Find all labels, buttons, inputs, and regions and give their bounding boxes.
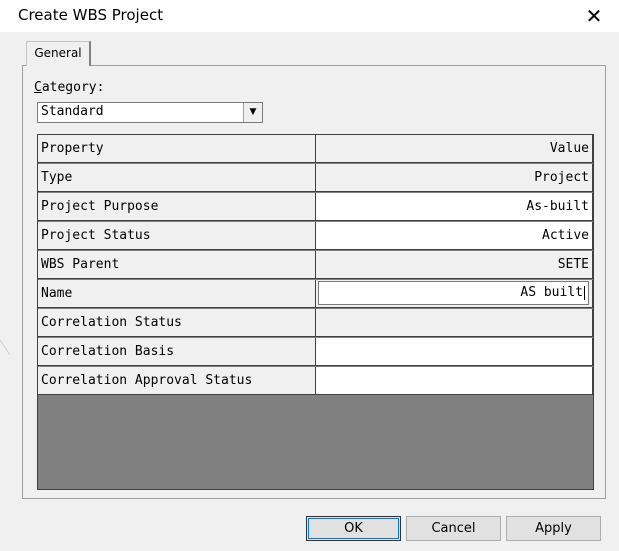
grid-value[interactable] bbox=[316, 338, 593, 366]
grid-row-type: Type Project bbox=[38, 164, 593, 192]
category-select-value: Standard bbox=[41, 104, 104, 119]
grid-value[interactable]: Active bbox=[316, 222, 593, 250]
name-input[interactable]: AS built bbox=[318, 281, 589, 305]
grid-property: Type bbox=[38, 164, 316, 192]
grid-value: SETE bbox=[316, 251, 593, 279]
name-input-text: AS built bbox=[520, 285, 583, 300]
grid-property: WBS Parent bbox=[38, 251, 316, 279]
grid-row-correlation-approval-status[interactable]: Correlation Approval Status bbox=[38, 367, 593, 395]
ok-button[interactable]: OK bbox=[306, 516, 401, 541]
title-bar: Create WBS Project ✕ bbox=[0, 0, 619, 32]
grid-row-project-purpose[interactable]: Project Purpose As-built bbox=[38, 193, 593, 221]
category-select[interactable]: Standard ▼ bbox=[37, 102, 263, 123]
grid-property: Name bbox=[38, 280, 316, 308]
grid-property: Correlation Status bbox=[38, 309, 316, 337]
create-wbs-project-dialog: Create WBS Project ✕ General Category: S… bbox=[0, 0, 619, 551]
grid-row-correlation-basis[interactable]: Correlation Basis bbox=[38, 338, 593, 366]
grid-header-property: Property bbox=[38, 135, 316, 163]
apply-button[interactable]: Apply bbox=[506, 516, 601, 541]
grid-header-value: Value bbox=[316, 135, 593, 163]
category-label-text: ategory: bbox=[41, 80, 105, 95]
grid-property: Correlation Basis bbox=[38, 338, 316, 366]
property-grid: Property Value Type Project Project Purp… bbox=[37, 134, 594, 490]
cancel-button[interactable]: Cancel bbox=[406, 516, 501, 541]
window-title: Create WBS Project bbox=[18, 6, 164, 24]
grid-row-wbs-parent: WBS Parent SETE bbox=[38, 251, 593, 279]
category-label-accelerator: C bbox=[34, 80, 42, 95]
grid-property: Project Status bbox=[38, 222, 316, 250]
grid-value[interactable]: As-built bbox=[316, 193, 593, 221]
grid-value: Project bbox=[316, 164, 593, 192]
grid-value bbox=[316, 309, 593, 337]
chevron-down-icon[interactable]: ▼ bbox=[243, 103, 262, 122]
close-icon[interactable]: ✕ bbox=[578, 2, 610, 30]
text-caret bbox=[584, 285, 585, 300]
background-window-edge bbox=[0, 339, 10, 356]
grid-row-project-status[interactable]: Project Status Active bbox=[38, 222, 593, 250]
grid-property: Correlation Approval Status bbox=[38, 367, 316, 395]
grid-value[interactable] bbox=[316, 367, 593, 395]
grid-row-correlation-status: Correlation Status bbox=[38, 309, 593, 337]
category-label: Category: bbox=[34, 80, 104, 95]
grid-row-name[interactable]: Name AS built bbox=[38, 280, 593, 308]
tab-general[interactable]: General bbox=[26, 41, 91, 66]
grid-header-row: Property Value bbox=[38, 135, 593, 163]
grid-property: Project Purpose bbox=[38, 193, 316, 221]
